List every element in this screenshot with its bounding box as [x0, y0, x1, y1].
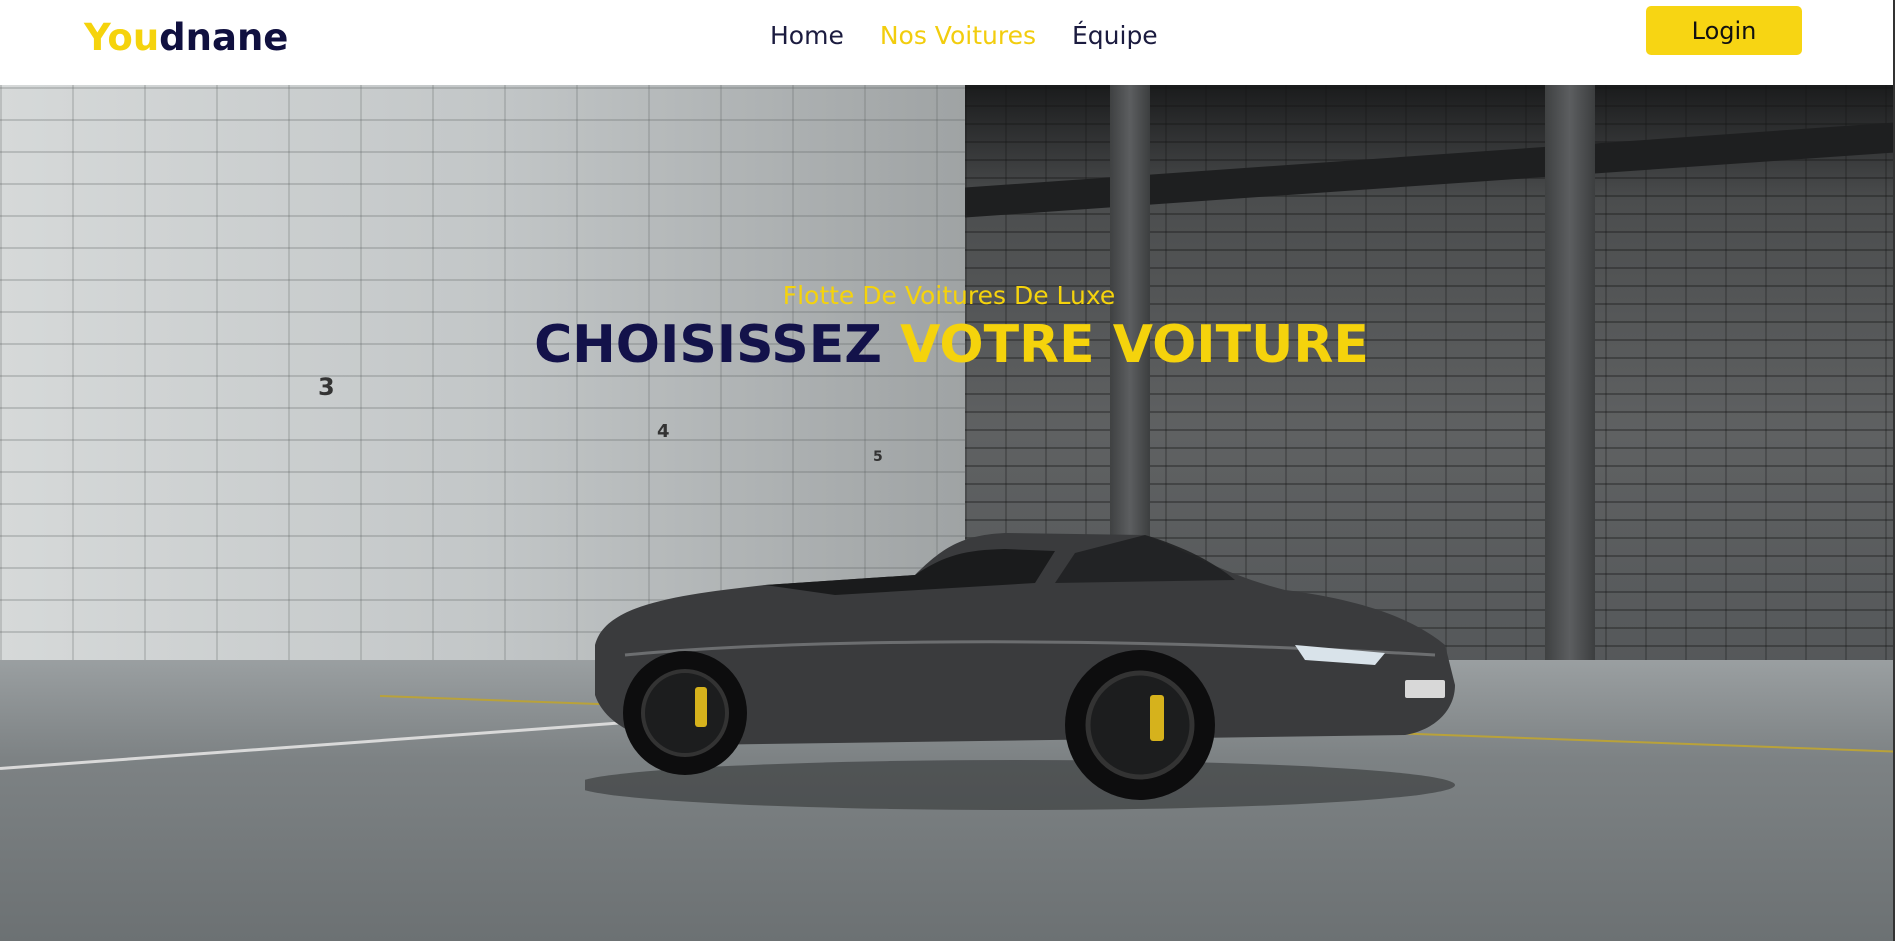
- nav-team[interactable]: Équipe: [1072, 16, 1158, 56]
- header: Youdnane Home Nos Voitures Équipe Login: [0, 0, 1895, 85]
- hero-headline-yellow: VOTRE VOITURE: [900, 315, 1369, 375]
- wall-number: 3: [318, 373, 335, 401]
- hero-tagline: Flotte De Voitures De Luxe: [782, 281, 1116, 310]
- login-button[interactable]: Login: [1646, 6, 1802, 55]
- car-image: [585, 533, 1455, 810]
- hero-section: 3 4 5 Flotte De Voitures De Luxe CHOISIS…: [0, 85, 1893, 941]
- brand-logo-part2: dnane: [159, 16, 289, 59]
- nav-cars[interactable]: Nos Voitures: [880, 16, 1036, 56]
- wall-number: 4: [657, 421, 670, 442]
- hero-background-pillar: [1545, 85, 1595, 665]
- hero-headline-dark: CHOISISSEZ: [534, 315, 882, 375]
- hero-headline: CHOISISSEZ VOTRE VOITURE: [0, 315, 1893, 375]
- main-nav: Home Nos Voitures Équipe: [770, 16, 1158, 56]
- brand-logo-part1: You: [84, 16, 160, 59]
- nav-home[interactable]: Home: [770, 16, 844, 56]
- brand-logo[interactable]: Youdnane: [84, 14, 288, 62]
